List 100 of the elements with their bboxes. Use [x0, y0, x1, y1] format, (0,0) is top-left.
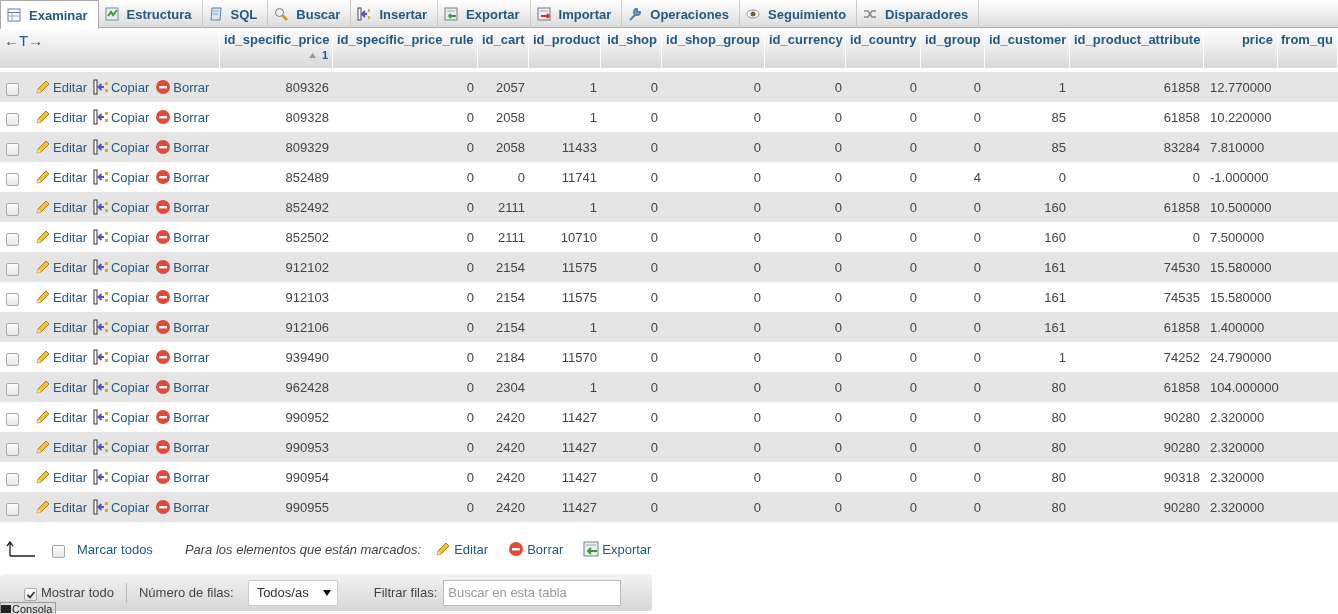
- copy-link[interactable]: Copiar: [92, 379, 150, 395]
- copy-link[interactable]: Copiar: [92, 319, 150, 335]
- delete-link[interactable]: Borrar: [155, 109, 210, 125]
- delete-link[interactable]: Borrar: [155, 199, 210, 215]
- table-cell: 912106: [285, 319, 329, 335]
- table-cell: 0: [466, 229, 474, 245]
- copy-link[interactable]: Copiar: [92, 139, 150, 155]
- column-header[interactable]: id_specific_price: [224, 32, 330, 47]
- checkbox[interactable]: [6, 442, 19, 456]
- table-cell: 2.320000: [1210, 499, 1265, 515]
- edit-link[interactable]: Editar: [35, 259, 87, 275]
- table-cell: 80: [1051, 499, 1066, 515]
- delete-link[interactable]: Borrar: [155, 259, 210, 275]
- checkbox[interactable]: [6, 202, 19, 216]
- console-tab[interactable]: Consola: [0, 602, 57, 614]
- checkbox[interactable]: [6, 382, 19, 396]
- edit-link[interactable]: Editar: [35, 199, 87, 215]
- delete-icon: [155, 289, 172, 305]
- edit-link[interactable]: Editar: [35, 289, 87, 305]
- filter-field[interactable]: Buscar en esta tabla: [443, 579, 622, 606]
- delete-link[interactable]: Borrar: [155, 439, 210, 455]
- checkbox[interactable]: [6, 82, 19, 96]
- edit-link[interactable]: Editar: [35, 499, 87, 515]
- edit-link[interactable]: Editar: [35, 469, 87, 485]
- checkbox[interactable]: [6, 322, 19, 336]
- checkbox[interactable]: [24, 588, 37, 601]
- copy-link[interactable]: Copiar: [92, 409, 150, 425]
- checkbox[interactable]: [6, 172, 19, 186]
- column-toggle-arrows[interactable]: ←T→: [4, 32, 44, 49]
- delete-link[interactable]: Borrar: [155, 319, 210, 335]
- edit-link[interactable]: Editar: [35, 229, 87, 245]
- checkbox[interactable]: [6, 292, 19, 306]
- delete-link[interactable]: Borrar: [155, 139, 210, 155]
- column-header[interactable]: price: [1241, 32, 1273, 47]
- delete-icon: [155, 379, 172, 395]
- table-cell: 0: [753, 199, 761, 215]
- table-cell: 0: [466, 379, 474, 395]
- table-cell: 0: [834, 469, 842, 485]
- checkbox[interactable]: [6, 472, 19, 486]
- delete-link[interactable]: Borrar: [155, 229, 210, 245]
- table-cell: 0: [466, 169, 474, 185]
- copy-link[interactable]: Copiar: [92, 109, 150, 125]
- table-cell: 0: [909, 169, 917, 185]
- table-cell: 990952: [285, 409, 329, 425]
- copy-link[interactable]: Copiar: [92, 349, 150, 365]
- tab[interactable]: Examinar: [0, 0, 99, 29]
- tab-icon: [208, 7, 223, 21]
- edit-link[interactable]: Editar: [35, 409, 87, 425]
- checkbox[interactable]: [52, 544, 65, 558]
- copy-link[interactable]: Copiar: [92, 199, 150, 215]
- delete-link[interactable]: Borrar: [155, 499, 210, 515]
- edit-link[interactable]: Editar: [35, 349, 87, 365]
- copy-link[interactable]: Copiar: [92, 439, 150, 455]
- table-cell: 1: [589, 199, 597, 215]
- checkbox[interactable]: [6, 142, 19, 156]
- delete-link[interactable]: Borrar: [155, 409, 210, 425]
- table-cell: 11575: [561, 259, 597, 275]
- edit-link[interactable]: Editar: [35, 439, 87, 455]
- table-cell: 2057: [496, 79, 525, 95]
- table-cell: 2420: [496, 409, 525, 425]
- checkbox[interactable]: [6, 232, 19, 246]
- delete-link[interactable]: Borrar: [155, 469, 210, 485]
- delete-link[interactable]: Borrar: [155, 379, 210, 395]
- table-cell: 7.810000: [1210, 139, 1265, 155]
- rows-dropdown[interactable]: Todos/as: [247, 579, 338, 606]
- copy-link[interactable]: Copiar: [92, 79, 150, 95]
- edit-link[interactable]: Editar: [35, 319, 87, 335]
- checkbox[interactable]: [6, 352, 19, 366]
- table-cell: 0: [973, 499, 981, 515]
- copy-link[interactable]: Copiar: [92, 169, 150, 185]
- table-cell: 0: [466, 349, 474, 365]
- edit-link[interactable]: Editar: [35, 379, 87, 395]
- edit-link[interactable]: Editar: [35, 169, 87, 185]
- tab-icon: [444, 7, 459, 21]
- bulk-action-link[interactable]: Editar: [435, 541, 489, 557]
- copy-link[interactable]: Copiar: [92, 289, 150, 305]
- copy-link[interactable]: Copiar: [92, 499, 150, 515]
- delete-link[interactable]: Borrar: [155, 169, 210, 185]
- table-cell: 0: [466, 409, 474, 425]
- bulk-action-link[interactable]: Borrar: [508, 541, 564, 557]
- edit-link[interactable]: Editar: [35, 139, 87, 155]
- bulk-action-link[interactable]: Exportar: [583, 541, 652, 557]
- delete-link[interactable]: Borrar: [155, 349, 210, 365]
- checkbox[interactable]: [6, 112, 19, 126]
- select-all-link[interactable]: Marcar todos: [77, 541, 153, 557]
- edit-link[interactable]: Editar: [35, 79, 87, 95]
- table-cell: 0: [834, 349, 842, 365]
- delete-link[interactable]: Borrar: [155, 289, 210, 305]
- checkbox[interactable]: [6, 262, 19, 276]
- table-cell: 0: [909, 379, 917, 395]
- copy-link[interactable]: Copiar: [92, 469, 150, 485]
- copy-link[interactable]: Copiar: [92, 229, 150, 245]
- table-cell: 0: [834, 229, 842, 245]
- checkbox[interactable]: [6, 412, 19, 426]
- delete-link[interactable]: Borrar: [155, 79, 210, 95]
- bulk-prompt: Para los elementos que están marcados:: [184, 541, 422, 557]
- table-cell: 0: [753, 349, 761, 365]
- edit-link[interactable]: Editar: [35, 109, 87, 125]
- checkbox[interactable]: [6, 502, 19, 516]
- copy-link[interactable]: Copiar: [92, 259, 150, 275]
